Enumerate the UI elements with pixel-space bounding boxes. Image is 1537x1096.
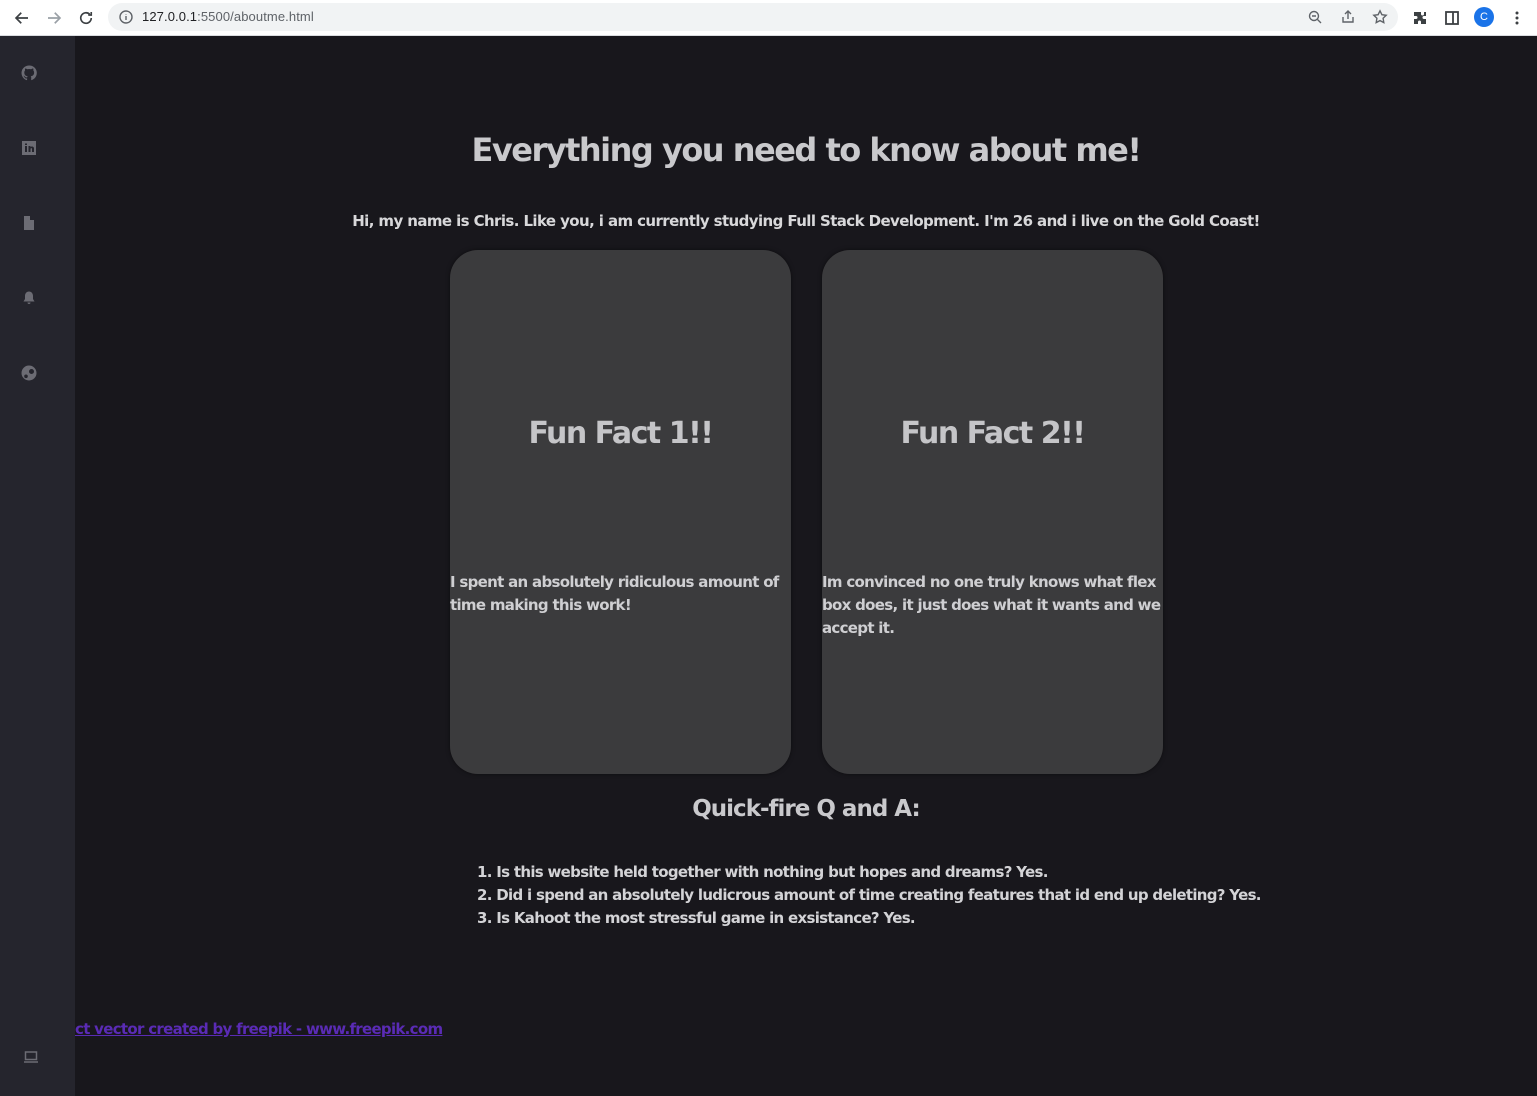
card-title: Fun Fact 2!!: [900, 416, 1086, 451]
profile-avatar[interactable]: C: [1474, 7, 1494, 27]
credit-footer: ct vector created by freepik - www.freep…: [75, 1020, 475, 1039]
extensions-icon[interactable]: [1410, 8, 1430, 28]
share-icon[interactable]: [1340, 9, 1356, 25]
list-item: 2. Did i spend an absolutely ludicrous a…: [477, 886, 1261, 904]
laptop-icon[interactable]: [22, 1048, 40, 1066]
reload-button[interactable]: [74, 6, 98, 30]
info-icon[interactable]: [118, 9, 134, 25]
list-item: 3. Is Kahoot the most stressful game in …: [477, 909, 916, 927]
zoom-icon[interactable]: [1307, 9, 1323, 25]
card-title: Fun Fact 1!!: [528, 416, 714, 451]
qa-list: 1. Is this website held together with no…: [477, 861, 1261, 930]
sidebar: [0, 36, 75, 1096]
card-text: Im convinced no one truly knows what fle…: [822, 573, 1161, 637]
freepik-credit-link[interactable]: ct vector created by freepik - www.freep…: [75, 1020, 443, 1038]
fun-fact-card: Fun Fact 2!! Im convinced no one truly k…: [822, 250, 1163, 774]
list-item: 1. Is this website held together with no…: [477, 863, 1048, 881]
side-panel-icon[interactable]: [1442, 8, 1462, 28]
menu-dots-icon[interactable]: [1507, 8, 1527, 28]
url-text: 127.0.0.1:5500/aboutme.html: [142, 9, 314, 24]
forward-button[interactable]: [42, 6, 66, 30]
card-text: I spent an absolutely ridiculous amount …: [450, 573, 779, 614]
qa-heading: Quick-fire Q and A:: [692, 796, 920, 822]
linkedin-icon[interactable]: [20, 139, 38, 157]
bookmark-star-icon[interactable]: [1372, 9, 1388, 25]
steam-icon[interactable]: [20, 364, 38, 382]
back-button[interactable]: [10, 6, 34, 30]
main-content: Everything you need to know about me! Hi…: [75, 36, 1537, 1096]
github-icon[interactable]: [20, 64, 38, 82]
document-icon[interactable]: [20, 214, 38, 232]
address-bar[interactable]: 127.0.0.1:5500/aboutme.html: [108, 3, 1398, 31]
bell-icon[interactable]: [20, 289, 38, 307]
intro-text: Hi, my name is Chris. Like you, i am cur…: [352, 212, 1260, 230]
page-title: Everything you need to know about me!: [471, 131, 1142, 169]
browser-toolbar: 127.0.0.1:5500/aboutme.html C: [0, 0, 1537, 36]
fun-fact-card: Fun Fact 1!! I spent an absolutely ridic…: [450, 250, 791, 774]
